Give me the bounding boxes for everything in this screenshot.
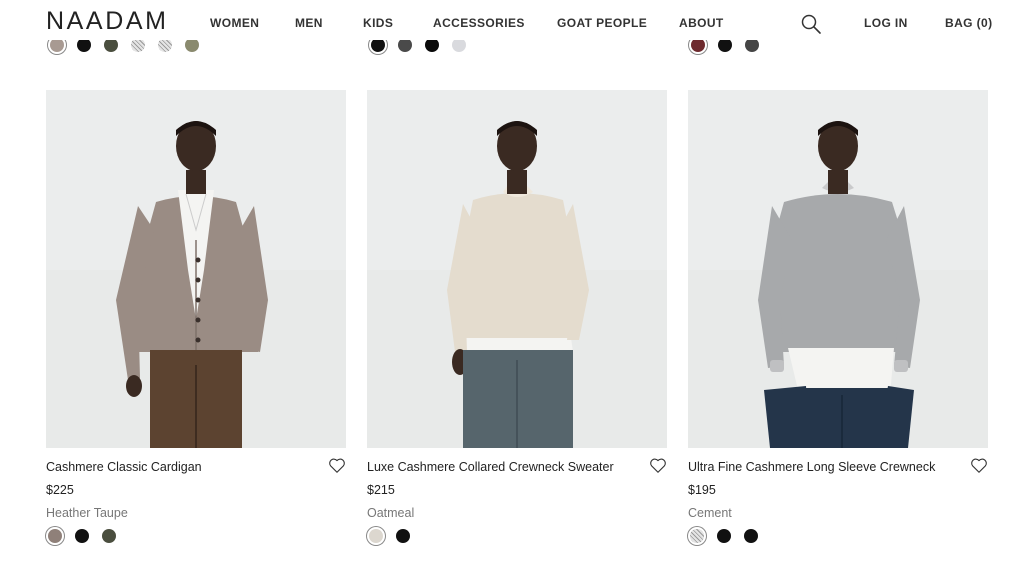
- site-header: NAADAM WOMEN MEN KIDS ACCESSORIES GOAT P…: [0, 0, 1030, 40]
- previous-row-swatches: [371, 38, 466, 52]
- nav-item-about[interactable]: ABOUT: [679, 16, 724, 30]
- login-link[interactable]: LOG IN: [864, 16, 908, 30]
- model-figure: [367, 90, 667, 448]
- bag-link[interactable]: BAG (0): [945, 16, 992, 30]
- color-swatch[interactable]: [369, 529, 383, 543]
- color-swatch[interactable]: [745, 38, 759, 52]
- color-swatch[interactable]: [691, 38, 705, 52]
- color-swatch[interactable]: [50, 38, 64, 52]
- product-swatches: [48, 529, 116, 543]
- color-swatch[interactable]: [75, 529, 89, 543]
- product-card: Cashmere Classic Cardigan $225 Heather T…: [46, 90, 346, 543]
- previous-row-swatches: [691, 38, 759, 52]
- color-swatch[interactable]: [104, 38, 118, 52]
- brand-logo[interactable]: NAADAM: [46, 9, 169, 34]
- heart-icon[interactable]: [970, 457, 988, 474]
- color-swatch[interactable]: [717, 529, 731, 543]
- product-name[interactable]: Luxe Cashmere Collared Crewneck Sweater: [367, 460, 614, 474]
- heart-icon[interactable]: [328, 457, 346, 474]
- product-price: $225: [46, 483, 74, 497]
- color-swatch[interactable]: [396, 529, 410, 543]
- nav-item-women[interactable]: WOMEN: [210, 16, 259, 30]
- color-swatch[interactable]: [48, 529, 62, 543]
- color-swatch[interactable]: [185, 38, 199, 52]
- product-card: Ultra Fine Cashmere Long Sleeve Crewneck…: [688, 90, 988, 543]
- color-swatch[interactable]: [158, 38, 172, 52]
- nav-item-kids[interactable]: KIDS: [363, 16, 393, 30]
- product-image[interactable]: [688, 90, 988, 448]
- product-color-name: Oatmeal: [367, 506, 415, 520]
- product-price: $215: [367, 483, 395, 497]
- color-swatch[interactable]: [131, 38, 145, 52]
- product-color-name: Heather Taupe: [46, 506, 128, 520]
- model-figure: [688, 90, 988, 448]
- color-swatch[interactable]: [398, 38, 412, 52]
- product-image[interactable]: [46, 90, 346, 448]
- heart-icon[interactable]: [649, 457, 667, 474]
- color-swatch[interactable]: [690, 529, 704, 543]
- product-image[interactable]: [367, 90, 667, 448]
- color-swatch[interactable]: [452, 38, 466, 52]
- product-swatches: [369, 529, 410, 543]
- nav-item-goat-people[interactable]: GOAT PEOPLE: [557, 16, 647, 30]
- product-name[interactable]: Ultra Fine Cashmere Long Sleeve Crewneck: [688, 460, 935, 474]
- product-name[interactable]: Cashmere Classic Cardigan: [46, 460, 202, 474]
- color-swatch[interactable]: [425, 38, 439, 52]
- color-swatch[interactable]: [744, 529, 758, 543]
- nav-item-accessories[interactable]: ACCESSORIES: [433, 16, 525, 30]
- product-color-name: Cement: [688, 506, 732, 520]
- product-swatches: [690, 529, 758, 543]
- color-swatch[interactable]: [371, 38, 385, 52]
- search-icon[interactable]: [800, 13, 822, 35]
- color-swatch[interactable]: [718, 38, 732, 52]
- model-figure: [46, 90, 346, 448]
- product-card: Luxe Cashmere Collared Crewneck Sweater …: [367, 90, 667, 543]
- previous-row-swatches: [50, 38, 199, 52]
- nav-item-men[interactable]: MEN: [295, 16, 323, 30]
- color-swatch[interactable]: [77, 38, 91, 52]
- color-swatch[interactable]: [102, 529, 116, 543]
- product-price: $195: [688, 483, 716, 497]
